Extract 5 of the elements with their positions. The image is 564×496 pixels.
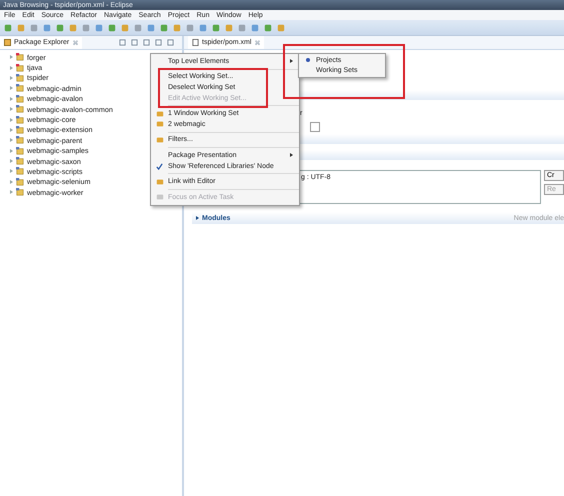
expand-arrow-icon[interactable]	[196, 216, 199, 220]
submenu-arrow-icon	[290, 153, 293, 158]
submenu-arrow-icon	[290, 59, 293, 64]
file-icon	[192, 39, 199, 46]
package-icon	[4, 39, 11, 46]
